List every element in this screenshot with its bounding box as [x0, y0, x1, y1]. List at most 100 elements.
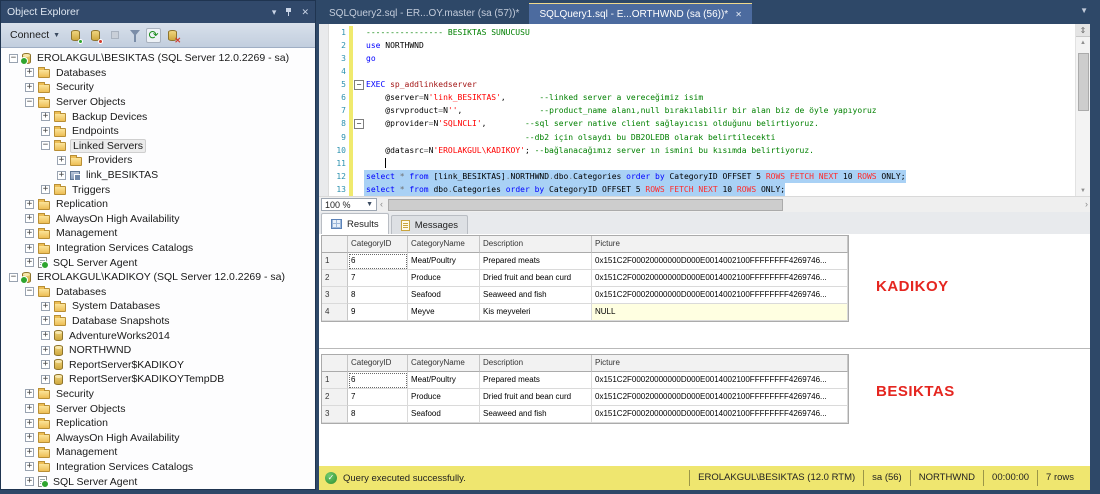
grid-cell[interactable]: Seaweed and fish — [480, 287, 592, 304]
tree-item[interactable]: +Server Objects — [1, 401, 315, 416]
grid-row-number[interactable]: 3 — [322, 406, 348, 423]
grid-column-header[interactable]: CategoryName — [408, 236, 480, 253]
grid-cell[interactable]: 0x151C2F00020000000D000E0014002100FFFFFF… — [592, 253, 848, 270]
tab-close-icon[interactable]: ✕ — [735, 10, 742, 19]
expand-toggle[interactable]: + — [25, 68, 34, 77]
tree-item[interactable]: +Security — [1, 387, 315, 402]
grid-cell[interactable]: 0x151C2F00020000000D000E0014002100FFFFFF… — [592, 287, 848, 304]
tree-item[interactable]: +AlwaysOn High Availability — [1, 212, 315, 227]
grid-cell[interactable]: 0x151C2F00020000000D000E0014002100FFFFFF… — [592, 406, 848, 423]
grid-column-header[interactable]: Picture — [592, 236, 848, 253]
scroll-down-icon[interactable]: ▼ — [1076, 188, 1090, 194]
pin-icon[interactable] — [285, 8, 292, 16]
close-icon[interactable]: ✕ — [301, 8, 309, 17]
zoom-select[interactable]: 100 % ▼ — [321, 198, 377, 211]
tree-item[interactable]: +SQL Server Agent — [1, 474, 315, 489]
grid-cell[interactable]: 6 — [348, 372, 408, 389]
expand-toggle[interactable]: + — [57, 156, 66, 165]
tab-messages[interactable]: Messages — [391, 215, 468, 234]
tab-sqlquery2[interactable]: SQLQuery2.sql - ER...OY.master (sa (57))… — [319, 3, 529, 24]
expand-toggle[interactable]: − — [9, 273, 18, 282]
tree-item[interactable]: +Management — [1, 226, 315, 241]
tab-results[interactable]: Results — [321, 213, 389, 234]
grid-column-header[interactable]: CategoryID — [348, 355, 408, 372]
expand-toggle[interactable]: + — [25, 83, 34, 92]
grid-cell[interactable]: Meat/Poultry — [408, 253, 480, 270]
grid-cell[interactable]: Seaweed and fish — [480, 406, 592, 423]
tree-item[interactable]: +Providers — [1, 153, 315, 168]
tree-item[interactable]: +Database Snapshots — [1, 314, 315, 329]
tree-item[interactable]: +Replication — [1, 197, 315, 212]
expand-toggle[interactable]: + — [41, 127, 50, 136]
tree-item[interactable]: −Databases — [1, 285, 315, 300]
grid-cell[interactable]: 6 — [348, 253, 408, 270]
disconnect-server-icon[interactable] — [86, 27, 104, 44]
tree-item[interactable]: −Linked Servers — [1, 139, 315, 154]
expand-toggle[interactable]: + — [25, 214, 34, 223]
tree-item[interactable]: +AdventureWorks2014 — [1, 328, 315, 343]
grid-row-number[interactable]: 3 — [322, 287, 348, 304]
expand-toggle[interactable]: + — [25, 419, 34, 428]
expand-toggle[interactable]: − — [25, 287, 34, 296]
expand-toggle[interactable]: − — [41, 141, 50, 150]
grid-cell[interactable]: NULL — [592, 304, 848, 321]
expand-toggle[interactable]: + — [41, 331, 50, 340]
grid-cell[interactable]: Dried fruit and bean curd — [480, 389, 592, 406]
grid-row-number[interactable]: 1 — [322, 372, 348, 389]
grid-row-number[interactable]: 2 — [322, 389, 348, 406]
tree-item[interactable]: +Security — [1, 80, 315, 95]
sql-editor[interactable]: 1---------------- BESIKTAS SUNUCUSU2use … — [319, 24, 1075, 196]
tree-item[interactable]: +Replication — [1, 416, 315, 431]
tree-item[interactable]: +Triggers — [1, 182, 315, 197]
expand-toggle[interactable]: + — [25, 448, 34, 457]
tree-item[interactable]: +Integration Services Catalogs — [1, 460, 315, 475]
collapse-toggle[interactable] — [353, 117, 364, 130]
tree-item[interactable]: +SQL Server Agent — [1, 255, 315, 270]
grid-cell[interactable]: Meat/Poultry — [408, 372, 480, 389]
connect-button[interactable]: Connect ▼ — [6, 27, 64, 43]
expand-toggle[interactable]: + — [41, 112, 50, 121]
split-editor-handle[interactable]: ⇕ — [1076, 24, 1090, 37]
expand-toggle[interactable]: + — [25, 244, 34, 253]
expand-toggle[interactable]: + — [25, 433, 34, 442]
tree-item[interactable]: −Server Objects — [1, 95, 315, 110]
grid-cell[interactable]: 8 — [348, 406, 408, 423]
filter-icon[interactable] — [126, 27, 144, 44]
tree-item[interactable]: −EROLAKGUL\KADIKOY (SQL Server 12.0.2269… — [1, 270, 315, 285]
expand-toggle[interactable]: + — [25, 462, 34, 471]
document-list-dropdown-icon[interactable]: ▼ — [1080, 6, 1088, 15]
grid-cell[interactable]: 7 — [348, 389, 408, 406]
expand-toggle[interactable]: + — [41, 360, 50, 369]
grid-cell[interactable]: Kis meyveleri — [480, 304, 592, 321]
grid-cell[interactable]: Meyve — [408, 304, 480, 321]
vertical-scroll-thumb[interactable] — [1078, 53, 1089, 111]
grid-row-number[interactable]: 4 — [322, 304, 348, 321]
grid-cell[interactable]: Produce — [408, 389, 480, 406]
tab-sqlquery1[interactable]: SQLQuery1.sql - E...ORTHWND (sa (56))* ✕ — [529, 3, 751, 24]
grid-row-number[interactable]: 1 — [322, 253, 348, 270]
editor-vertical-scrollbar[interactable]: ⇕ ▲ ▼ — [1075, 24, 1090, 196]
expand-toggle[interactable]: + — [41, 346, 50, 355]
expand-toggle[interactable]: − — [25, 98, 34, 107]
tree-item[interactable]: +NORTHWND — [1, 343, 315, 358]
refresh-icon[interactable]: ⟳ — [146, 28, 161, 43]
connect-server-icon[interactable] — [66, 27, 84, 44]
grid-column-header[interactable]: CategoryName — [408, 355, 480, 372]
grid-cell[interactable]: 0x151C2F00020000000D000E0014002100FFFFFF… — [592, 372, 848, 389]
scroll-up-icon[interactable]: ▲ — [1076, 40, 1090, 46]
grid-column-header[interactable]: Picture — [592, 355, 848, 372]
grid-cell[interactable]: Seafood — [408, 287, 480, 304]
expand-toggle[interactable]: + — [25, 404, 34, 413]
grid-row-number[interactable]: 2 — [322, 270, 348, 287]
editor-horizontal-scrollbar[interactable] — [386, 199, 1082, 211]
tree-item[interactable]: +link_BESIKTAS — [1, 168, 315, 183]
grid-cell[interactable]: 0x151C2F00020000000D000E0014002100FFFFFF… — [592, 270, 848, 287]
tree-item[interactable]: +System Databases — [1, 299, 315, 314]
grid-cell[interactable]: 0x151C2F00020000000D000E0014002100FFFFFF… — [592, 389, 848, 406]
expand-toggle[interactable]: + — [41, 316, 50, 325]
horizontal-scroll-thumb[interactable] — [388, 199, 783, 211]
grid-corner-cell[interactable] — [322, 236, 348, 253]
expand-toggle[interactable]: + — [25, 229, 34, 238]
expand-toggle[interactable]: + — [41, 375, 50, 384]
expand-toggle[interactable]: + — [41, 302, 50, 311]
